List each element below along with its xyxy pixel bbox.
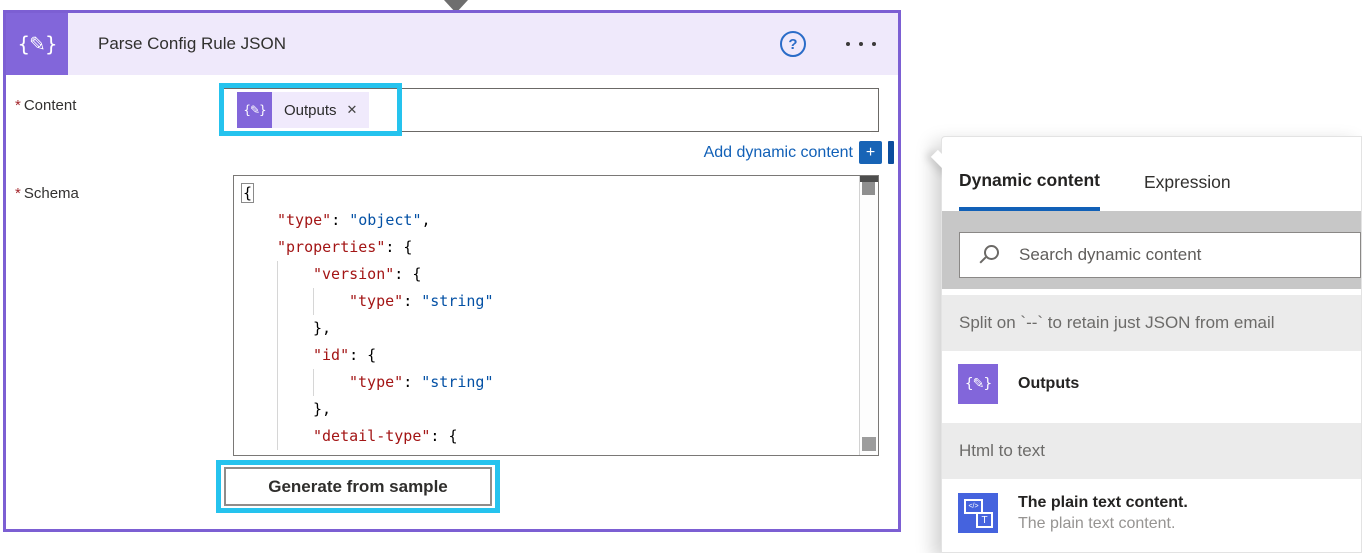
search-icon <box>984 245 999 260</box>
item-title: The plain text content. <box>1018 492 1188 514</box>
schema-code: {"type": "object","properties": {"versio… <box>234 176 878 450</box>
dynamic-content-item[interactable]: {✎} Outputs <box>942 351 1361 417</box>
item-title: Outputs <box>1018 373 1079 395</box>
action-card-header[interactable]: {✎} Parse Config Rule JSON ? <box>6 13 898 75</box>
code-line: "version": { <box>241 261 854 288</box>
editor-scrollbar[interactable] <box>859 176 878 455</box>
required-marker: * <box>15 97 21 114</box>
remove-token-icon[interactable]: ✕ <box>347 102 358 118</box>
tab-dynamic-content[interactable]: Dynamic content <box>959 166 1100 211</box>
scrollbar-grip[interactable] <box>862 437 876 451</box>
generate-from-sample-button[interactable]: Generate from sample <box>224 467 492 506</box>
parse-json-icon: {✎} <box>958 364 998 404</box>
outputs-token[interactable]: {✎} Outputs ✕ <box>237 92 369 128</box>
code-line: "type": "string" <box>241 369 854 396</box>
schema-code-editor[interactable]: {"type": "object","properties": {"versio… <box>233 175 879 456</box>
action-title: Parse Config Rule JSON <box>98 34 286 54</box>
add-dynamic-content-link[interactable]: Add dynamic content <box>704 144 853 162</box>
dynamic-content-item[interactable]: </>T The plain text content.The plain tex… <box>942 479 1361 548</box>
add-dynamic-content-plus-icon[interactable]: + <box>859 141 882 164</box>
panel-tabs: Dynamic content Expression <box>942 147 1361 211</box>
code-line: "detail-type": { <box>241 423 854 450</box>
section-header: Html to text <box>942 423 1361 479</box>
parse-json-icon: {✎} <box>6 13 68 75</box>
search-strip <box>942 211 1361 289</box>
section-header: Split on `--` to retain just JSON from e… <box>942 295 1361 351</box>
required-marker: * <box>15 185 21 202</box>
code-line: }, <box>241 315 854 342</box>
tab-expression[interactable]: Expression <box>1144 166 1231 211</box>
scrollbar-thumb[interactable] <box>862 182 875 195</box>
action-card-parse-json: {✎} Parse Config Rule JSON ? *Content {✎… <box>3 10 901 532</box>
parse-json-token-icon: {✎} <box>237 92 272 128</box>
code-line: }, <box>241 396 854 423</box>
schema-field-label: *Schema <box>15 185 79 202</box>
parse-json-glyph: {✎} <box>17 32 56 56</box>
help-glyph: ? <box>788 36 797 53</box>
search-box[interactable] <box>959 232 1361 278</box>
help-icon[interactable]: ? <box>780 31 806 57</box>
search-input[interactable] <box>1019 245 1360 265</box>
add-dynamic-content-bar <box>888 141 894 164</box>
item-subtitle: The plain text content. <box>1018 513 1188 535</box>
token-label: Outputs <box>284 102 337 119</box>
more-menu-icon[interactable] <box>840 36 882 52</box>
code-line: "id": { <box>241 342 854 369</box>
content-field-label: *Content <box>15 97 76 114</box>
code-line: "type": "object", <box>241 207 854 234</box>
code-line: "properties": { <box>241 234 854 261</box>
panel-sections: Split on `--` to retain just JSON from e… <box>942 289 1361 548</box>
dynamic-content-panel: Dynamic content Expression Split on `--`… <box>941 136 1362 553</box>
code-line: { <box>241 180 854 207</box>
html-to-text-icon: </>T <box>958 493 998 533</box>
code-line: "type": "string" <box>241 288 854 315</box>
